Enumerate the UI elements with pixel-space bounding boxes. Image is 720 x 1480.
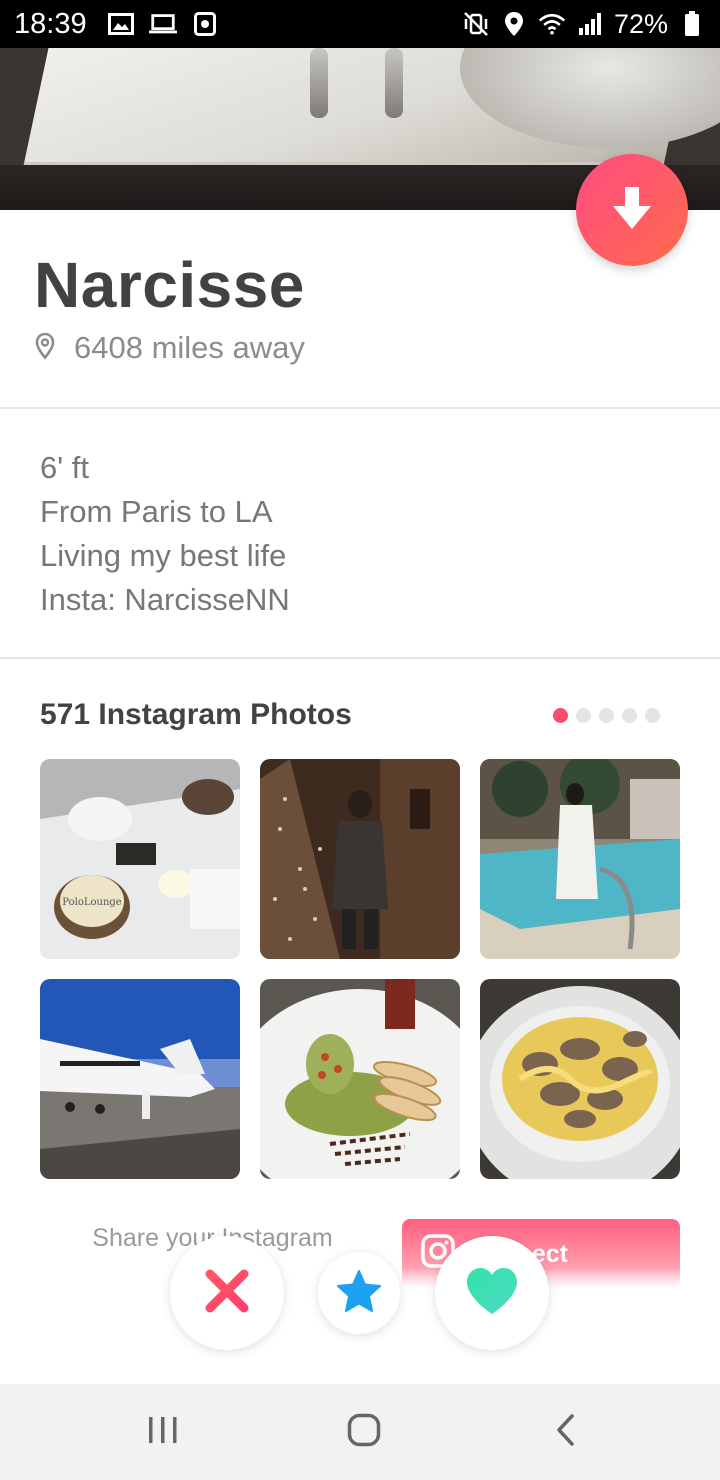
photo-knife — [385, 48, 403, 118]
close-icon — [202, 1266, 252, 1321]
back-button[interactable] — [505, 1384, 625, 1480]
superlike-button[interactable] — [318, 1252, 400, 1334]
dessert-caption: PoloLounge — [62, 897, 122, 908]
clock-icon — [191, 10, 219, 38]
instagram-photo-christmas-tree[interactable] — [260, 759, 460, 959]
star-icon — [336, 1269, 382, 1318]
instagram-photo-dessert[interactable]: PoloLounge — [40, 759, 240, 959]
image-icon — [107, 10, 135, 38]
distance-text: 6408 miles away — [74, 330, 305, 365]
nope-button[interactable] — [170, 1236, 284, 1350]
instagram-photo-plated-dish[interactable] — [260, 979, 460, 1179]
distance-row: 6408 miles away — [34, 330, 305, 366]
divider — [0, 657, 720, 659]
status-notification-icons — [107, 10, 219, 38]
location-pin-icon — [34, 332, 56, 365]
location-icon — [500, 10, 528, 38]
recent-apps-icon — [147, 1415, 179, 1450]
laptop-icon — [148, 10, 177, 38]
pager-dot[interactable] — [576, 708, 591, 723]
pager-dot[interactable] — [645, 708, 660, 723]
profile-name: Narcisse — [34, 249, 305, 321]
collapse-profile-button[interactable] — [576, 154, 688, 266]
heart-icon — [464, 1266, 520, 1321]
recent-apps-button[interactable] — [103, 1384, 223, 1480]
signal-icon — [576, 10, 604, 38]
pager-dot[interactable] — [622, 708, 637, 723]
system-nav-bar — [0, 1384, 720, 1480]
instagram-photo-pool[interactable] — [480, 759, 680, 959]
status-system-icons: 72% — [462, 9, 706, 40]
mute-vibrate-icon — [462, 10, 490, 38]
wifi-icon — [538, 10, 566, 38]
instagram-pager[interactable] — [553, 708, 660, 723]
bio: 6' ft From Paris to LA Living my best li… — [40, 446, 680, 622]
bio-line: 6' ft — [40, 450, 89, 485]
back-icon — [554, 1413, 576, 1452]
photo-fork — [310, 48, 328, 118]
bio-line: From Paris to LA — [40, 494, 273, 529]
pager-dot[interactable] — [599, 708, 614, 723]
home-button[interactable] — [304, 1384, 424, 1480]
instagram-title: 571 Instagram Photos — [40, 698, 352, 731]
status-bar: 18:39 72% — [0, 0, 720, 48]
instagram-photo-truffle-pasta[interactable] — [480, 979, 680, 1179]
home-icon — [347, 1413, 381, 1452]
bio-line: Insta: NarcisseNN — [40, 582, 290, 617]
bio-line: Living my best life — [40, 538, 287, 573]
battery-percent: 72% — [613, 8, 668, 39]
status-time: 18:39 — [14, 7, 87, 40]
pager-dot-active[interactable] — [553, 708, 568, 723]
divider — [0, 407, 720, 409]
arrow-down-icon — [610, 184, 654, 237]
like-button[interactable] — [435, 1236, 549, 1350]
instagram-photo-grid: PoloLounge — [40, 759, 680, 1179]
battery-icon — [678, 10, 706, 38]
instagram-photo-private-jet[interactable] — [40, 979, 240, 1179]
